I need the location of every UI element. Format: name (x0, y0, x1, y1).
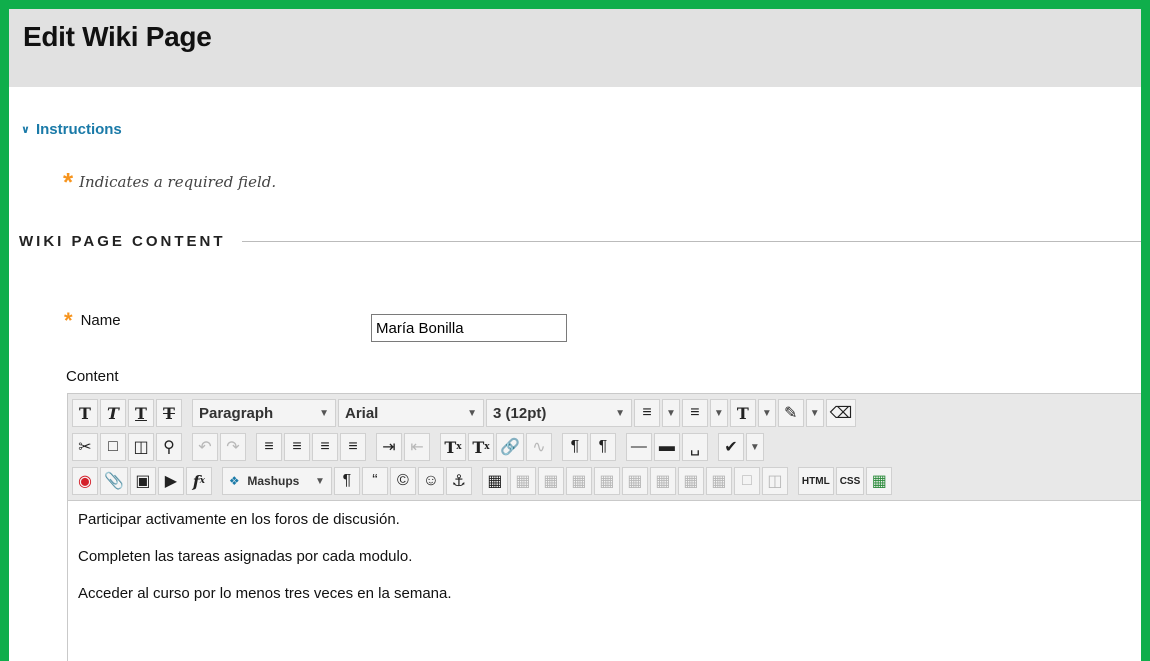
table-cell-props-icon[interactable]: ▦ (537, 467, 564, 495)
editor-content-area[interactable]: Participar activamente en los foros de d… (68, 501, 1141, 632)
toolbar-row-2: ✂ □ ◫ ⚲ ↶ ↷ ≡ ≡ ≡ ≡ ⇥ ⇤ Tx Tx 🔗 ∿ ¶ ¶ — … (72, 430, 1141, 464)
toolbar-row-1: T T T T Paragraph ▼ Arial ▼ 3 (12pt) ▼ ≡ ▼ … (72, 396, 1141, 430)
text-color-icon[interactable]: T (729, 399, 756, 427)
format-block-value: Paragraph (199, 404, 274, 422)
rich-text-editor: T T T T Paragraph ▼ Arial ▼ 3 (12pt) ▼ ≡ ▼ … (67, 393, 1141, 661)
delete-row-icon[interactable]: ▦ (621, 467, 648, 495)
merge-cells-icon[interactable]: ◫ (761, 467, 788, 495)
paragraph-icon[interactable]: ¶ (333, 467, 360, 495)
table-icon[interactable]: ▦ (481, 467, 508, 495)
content-paragraph: Acceder al curso por lo menos tres veces… (78, 585, 452, 602)
rtl-icon[interactable]: ¶ (589, 433, 616, 461)
section-heading-text: WIKI PAGE CONTENT (19, 233, 226, 250)
eraser-icon[interactable]: ⌫ (825, 399, 857, 427)
bold-icon[interactable]: T (72, 399, 98, 427)
split-cells-icon[interactable]: □ (733, 467, 760, 495)
section-heading: WIKI PAGE CONTENT (19, 233, 1141, 250)
thick-rule-icon[interactable]: ▬ (653, 433, 680, 461)
blockquote-icon[interactable]: “ (361, 467, 388, 495)
content-paragraph: Completen las tareas asignadas por cada … (78, 548, 413, 565)
undo-icon[interactable]: ↶ (192, 433, 218, 461)
font-size-value: 3 (12pt) (493, 404, 547, 422)
numbered-list-icon[interactable]: ≡ (681, 399, 708, 427)
superscript-icon[interactable]: Tx (440, 433, 466, 461)
align-center-icon[interactable]: ≡ (284, 433, 310, 461)
align-justify-icon[interactable]: ≡ (340, 433, 366, 461)
ltr-icon[interactable]: ¶ (561, 433, 588, 461)
css-button[interactable]: CSS (835, 467, 865, 495)
format-block-select[interactable]: Paragraph ▼ (192, 399, 336, 427)
anchor-icon[interactable]: ⚓ (445, 467, 472, 495)
insert-col-before-icon[interactable]: ▦ (649, 467, 676, 495)
align-right-icon[interactable]: ≡ (312, 433, 338, 461)
strikethrough-icon[interactable]: T (156, 399, 182, 427)
chevron-down-icon[interactable]: ▼ (709, 399, 728, 427)
highlighter-icon[interactable]: ✎ (777, 399, 804, 427)
page-title: Edit Wiki Page (23, 21, 212, 52)
outdent-icon[interactable]: ⇤ (404, 433, 430, 461)
mashups-label: Mashups (247, 474, 300, 488)
font-size-select[interactable]: 3 (12pt) ▼ (486, 399, 632, 427)
redo-icon[interactable]: ↷ (220, 433, 246, 461)
fullscreen-icon[interactable]: ▦ (866, 467, 893, 495)
chevron-down-icon: ▼ (319, 407, 329, 419)
instructions-toggle[interactable]: ∨ Instructions (21, 121, 122, 138)
chevron-down-icon[interactable]: ▼ (745, 433, 764, 461)
required-note-text: Indicates a required field. (79, 173, 277, 191)
link-icon[interactable]: 🔗 (496, 433, 524, 461)
unlink-icon[interactable]: ∿ (525, 433, 552, 461)
italic-icon[interactable]: T (100, 399, 126, 427)
name-label-row: * Name (64, 307, 121, 333)
html-button[interactable]: HTML (797, 467, 834, 495)
editor-toolbar: T T T T Paragraph ▼ Arial ▼ 3 (12pt) ▼ ≡ ▼ … (68, 394, 1141, 501)
youtube-icon[interactable]: ◉ (72, 467, 98, 495)
media-icon[interactable]: ▶ (157, 467, 184, 495)
image-icon[interactable]: ▣ (129, 467, 156, 495)
instructions-label: Instructions (35, 121, 122, 138)
chevron-down-icon: ▼ (315, 475, 325, 487)
mashups-select[interactable]: ❖ Mashups ▼ (221, 467, 332, 495)
find-icon[interactable]: ⚲ (156, 433, 182, 461)
chevron-down-icon[interactable]: ▼ (757, 399, 776, 427)
insert-col-after-icon[interactable]: ▦ (677, 467, 704, 495)
content-label: Content (66, 368, 119, 385)
emoticon-icon[interactable]: ☺ (417, 467, 444, 495)
toolbar-row-3: ◉ 📎 ▣ ▶ fx ❖ Mashups ▼ ¶ “ © ☺ ⚓ ▦ ▦ ▦ ▦ ▦… (72, 464, 1141, 498)
attachment-icon[interactable]: 📎 (100, 467, 128, 495)
insert-row-before-icon[interactable]: ▦ (565, 467, 592, 495)
insert-row-after-icon[interactable]: ▦ (593, 467, 620, 495)
math-formula-icon[interactable]: fx (185, 467, 212, 495)
mashups-icon: ❖ (228, 474, 240, 488)
content-paragraph: Participar activamente en los foros de d… (78, 511, 400, 528)
paste-icon[interactable]: ◫ (128, 433, 154, 461)
underline-icon[interactable]: T (128, 399, 154, 427)
name-input[interactable] (371, 314, 567, 342)
chevron-down-icon: ▼ (467, 407, 477, 419)
nonbreaking-space-icon[interactable]: ␣ (681, 433, 708, 461)
bullet-list-icon[interactable]: ≡ (634, 399, 660, 427)
name-label: Name (80, 312, 121, 329)
double-chevron-down-icon: ∨ (21, 124, 30, 136)
section-divider (241, 241, 1141, 242)
chevron-down-icon: ▼ (615, 407, 625, 419)
chevron-down-icon[interactable]: ▼ (805, 399, 824, 427)
copy-icon[interactable]: □ (100, 433, 126, 461)
horizontal-rule-icon[interactable]: — (625, 433, 652, 461)
subscript-icon[interactable]: Tx (468, 433, 494, 461)
indent-icon[interactable]: ⇥ (376, 433, 402, 461)
align-left-icon[interactable]: ≡ (256, 433, 282, 461)
cut-icon[interactable]: ✂ (72, 433, 98, 461)
window-frame: Edit Wiki Page ∨ Instructions * Indicate… (0, 0, 1150, 661)
font-family-select[interactable]: Arial ▼ (338, 399, 484, 427)
required-star-icon: * (64, 307, 73, 333)
required-note: * Indicates a required field. (63, 167, 277, 197)
spellcheck-icon[interactable]: ✔ (717, 433, 744, 461)
chevron-down-icon[interactable]: ▼ (662, 399, 680, 427)
copyright-icon[interactable]: © (389, 467, 416, 495)
page-header: Edit Wiki Page (9, 9, 1141, 87)
delete-col-icon[interactable]: ▦ (705, 467, 732, 495)
font-family-value: Arial (345, 404, 379, 422)
table-row-props-icon[interactable]: ▦ (509, 467, 536, 495)
required-star-icon: * (63, 167, 74, 197)
